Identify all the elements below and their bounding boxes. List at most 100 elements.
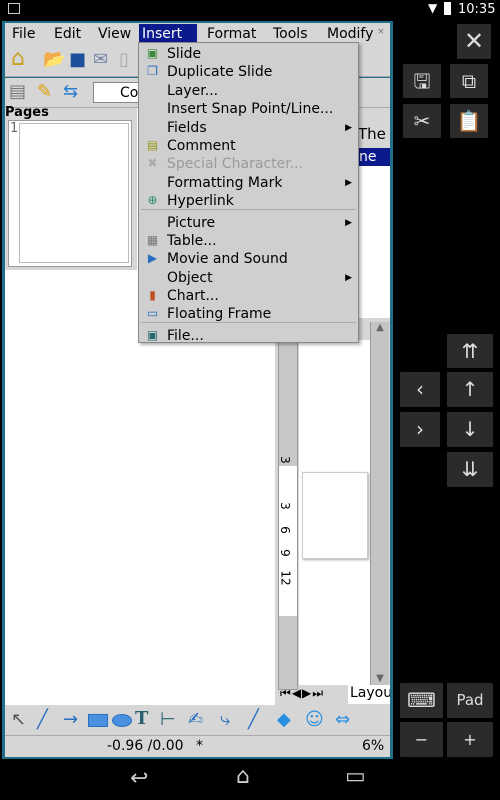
menu-item-fields[interactable]: Fields ▶ [139, 119, 358, 137]
arrow-down-icon[interactable]: ↓ [447, 412, 493, 447]
menu-item-label: Formatting Mark [167, 175, 283, 191]
pages-pane: Pages 1 [5, 105, 137, 270]
cut-icon[interactable]: ✂ [403, 104, 441, 138]
menu-view[interactable]: View [95, 24, 134, 44]
side-panel-tab[interactable]: The [357, 122, 390, 146]
last-slide-icon[interactable]: ⏭ [312, 686, 324, 700]
comment-icon: ▤ [146, 138, 159, 152]
connector-icon[interactable]: ⤷ [220, 709, 230, 731]
menu-item-label: Chart... [167, 288, 219, 304]
email-icon[interactable]: ✉ [93, 49, 108, 71]
menu-item-duplicate-slide[interactable]: ❐ Duplicate Slide [139, 63, 358, 81]
recents-icon[interactable]: ▭ [345, 764, 366, 789]
back-icon[interactable]: ↩ [130, 766, 148, 791]
lines-arrows-icon[interactable]: ╱ [248, 709, 259, 731]
menu-item-file[interactable]: ▣ File... [139, 327, 358, 345]
insert-menu: ▣ Slide ❐ Duplicate Slide Layer... Insert Sna… [138, 42, 359, 345]
arrow-line-icon[interactable]: → [63, 709, 78, 731]
home-icon[interactable]: ⌂ [236, 764, 250, 789]
menu-item-label: File... [167, 328, 204, 344]
menu-tools[interactable]: Tools [270, 24, 311, 44]
menu-item-layer[interactable]: Layer... [139, 82, 358, 100]
table-icon: ▦ [146, 233, 159, 247]
block-arrows-icon[interactable]: ⇔ [335, 709, 350, 731]
next-slide-icon[interactable]: ▶ [302, 686, 312, 700]
first-slide-icon[interactable]: ⏮ [280, 686, 292, 700]
open-folder-icon[interactable]: 📂 [43, 49, 65, 71]
side-list-selected-item[interactable]: ne [357, 148, 390, 166]
text-icon[interactable]: T [135, 708, 148, 730]
side-list: ne [357, 148, 390, 318]
close-document-icon[interactable]: × [377, 27, 385, 37]
copy-icon[interactable]: ⧉ [450, 64, 488, 98]
pages-pane-title: Pages [5, 105, 49, 120]
start-center-icon[interactable]: ⌂ [11, 48, 25, 70]
menu-item-table[interactable]: ▦ Table... [139, 232, 358, 250]
slide-page[interactable] [302, 472, 368, 559]
slide-thumbnail[interactable]: 1 [8, 120, 132, 267]
menu-item-object[interactable]: Object ▶ [139, 269, 358, 287]
menu-item-formatting-mark[interactable]: Formatting Mark ▶ [139, 174, 358, 192]
freeform-curve-icon[interactable]: ✍ [188, 709, 203, 731]
save-icon[interactable]: 🖫 [403, 64, 441, 98]
basic-shapes-icon[interactable]: ◆ [277, 709, 291, 731]
special-character-icon: ✖ [147, 156, 158, 170]
menu-item-comment[interactable]: ▤ Comment [139, 137, 358, 155]
menu-item-label: Movie and Sound [167, 251, 288, 267]
zoom-out-button[interactable]: − [400, 722, 443, 757]
zoom-level[interactable]: 6% [362, 736, 384, 757]
slide-canvas[interactable] [299, 340, 370, 685]
prev-slide-icon[interactable]: ◀ [292, 686, 302, 700]
line-icon[interactable]: ╱ [37, 709, 48, 731]
arrow-style-icon[interactable]: ⇆ [63, 81, 78, 103]
battery-icon [444, 2, 451, 15]
file-icon: ▣ [146, 328, 159, 342]
submenu-arrow-icon: ▶ [345, 178, 352, 188]
menu-file[interactable]: File [9, 24, 38, 44]
menu-item-picture[interactable]: Picture ▶ [139, 214, 358, 232]
rectangle-icon[interactable] [88, 714, 108, 727]
menu-item-label: Table... [167, 233, 217, 249]
close-icon[interactable]: ✕ [457, 24, 491, 59]
menu-item-slide[interactable]: ▣ Slide [139, 45, 358, 63]
slide-navigation: ⏮◀▶⏭ [280, 686, 348, 703]
dimension-line-icon[interactable]: ⊢ [160, 709, 176, 731]
ruler-label: 3 [277, 456, 292, 464]
menu-format[interactable]: Format [204, 24, 259, 44]
slide-preview [19, 123, 129, 263]
save-icon[interactable]: ■ [69, 49, 86, 71]
arrow-right-icon[interactable]: › [400, 412, 440, 447]
page-down-icon[interactable]: ⇊ [447, 452, 493, 487]
select-pointer-icon[interactable]: ↖ [11, 709, 26, 731]
menu-insert[interactable]: Insert [139, 24, 197, 44]
menu-edit[interactable]: Edit [51, 24, 84, 44]
pad-button[interactable]: Pad [447, 683, 493, 718]
scroll-up-icon[interactable]: ▲ [371, 322, 389, 333]
menu-modify[interactable]: Modify [324, 24, 376, 44]
menu-item-floating-frame[interactable]: ▭ Floating Frame [139, 305, 358, 323]
menu-item-chart[interactable]: ▮ Chart... [139, 287, 358, 305]
slide-layout-icon[interactable]: ▤ [9, 81, 26, 103]
ellipse-icon[interactable] [112, 714, 132, 727]
arrow-left-icon[interactable]: ‹ [400, 372, 440, 407]
menu-item-insert-snap-point-line[interactable]: Insert Snap Point/Line... [139, 100, 358, 118]
status-bar: -0.96 /0.00 * 6% [5, 736, 390, 757]
cursor-position: -0.96 /0.00 [107, 738, 184, 754]
menu-item-hyperlink[interactable]: ⊕ Hyperlink [139, 192, 358, 210]
page-up-icon[interactable]: ⇈ [447, 334, 493, 368]
zoom-in-button[interactable]: + [447, 722, 493, 757]
drawing-toolbar: ↖ ╱ → T ⊢ ✍ ⤷ ╱ ◆ ☺ ⇔ [5, 705, 390, 736]
keyboard-icon[interactable]: ⌨ [400, 683, 443, 718]
scroll-down-icon[interactable]: ▼ [371, 673, 389, 684]
vertical-scrollbar[interactable]: ▲ ▼ [370, 322, 389, 686]
menu-item-movie-and-sound[interactable]: ▶ Movie and Sound [139, 250, 358, 268]
ruler-label: 12 [278, 570, 293, 586]
paste-icon[interactable]: 📋 [450, 104, 488, 138]
symbol-shapes-icon[interactable]: ☺ [305, 709, 324, 731]
layout-tab[interactable]: Layou [348, 685, 390, 704]
line-pen-icon[interactable]: ✎ [37, 81, 52, 103]
edit-file-icon[interactable]: ▯ [119, 49, 129, 71]
floating-frame-icon: ▭ [146, 306, 159, 320]
ruler-label: 3 [277, 502, 292, 510]
arrow-up-icon[interactable]: ↑ [447, 372, 493, 407]
